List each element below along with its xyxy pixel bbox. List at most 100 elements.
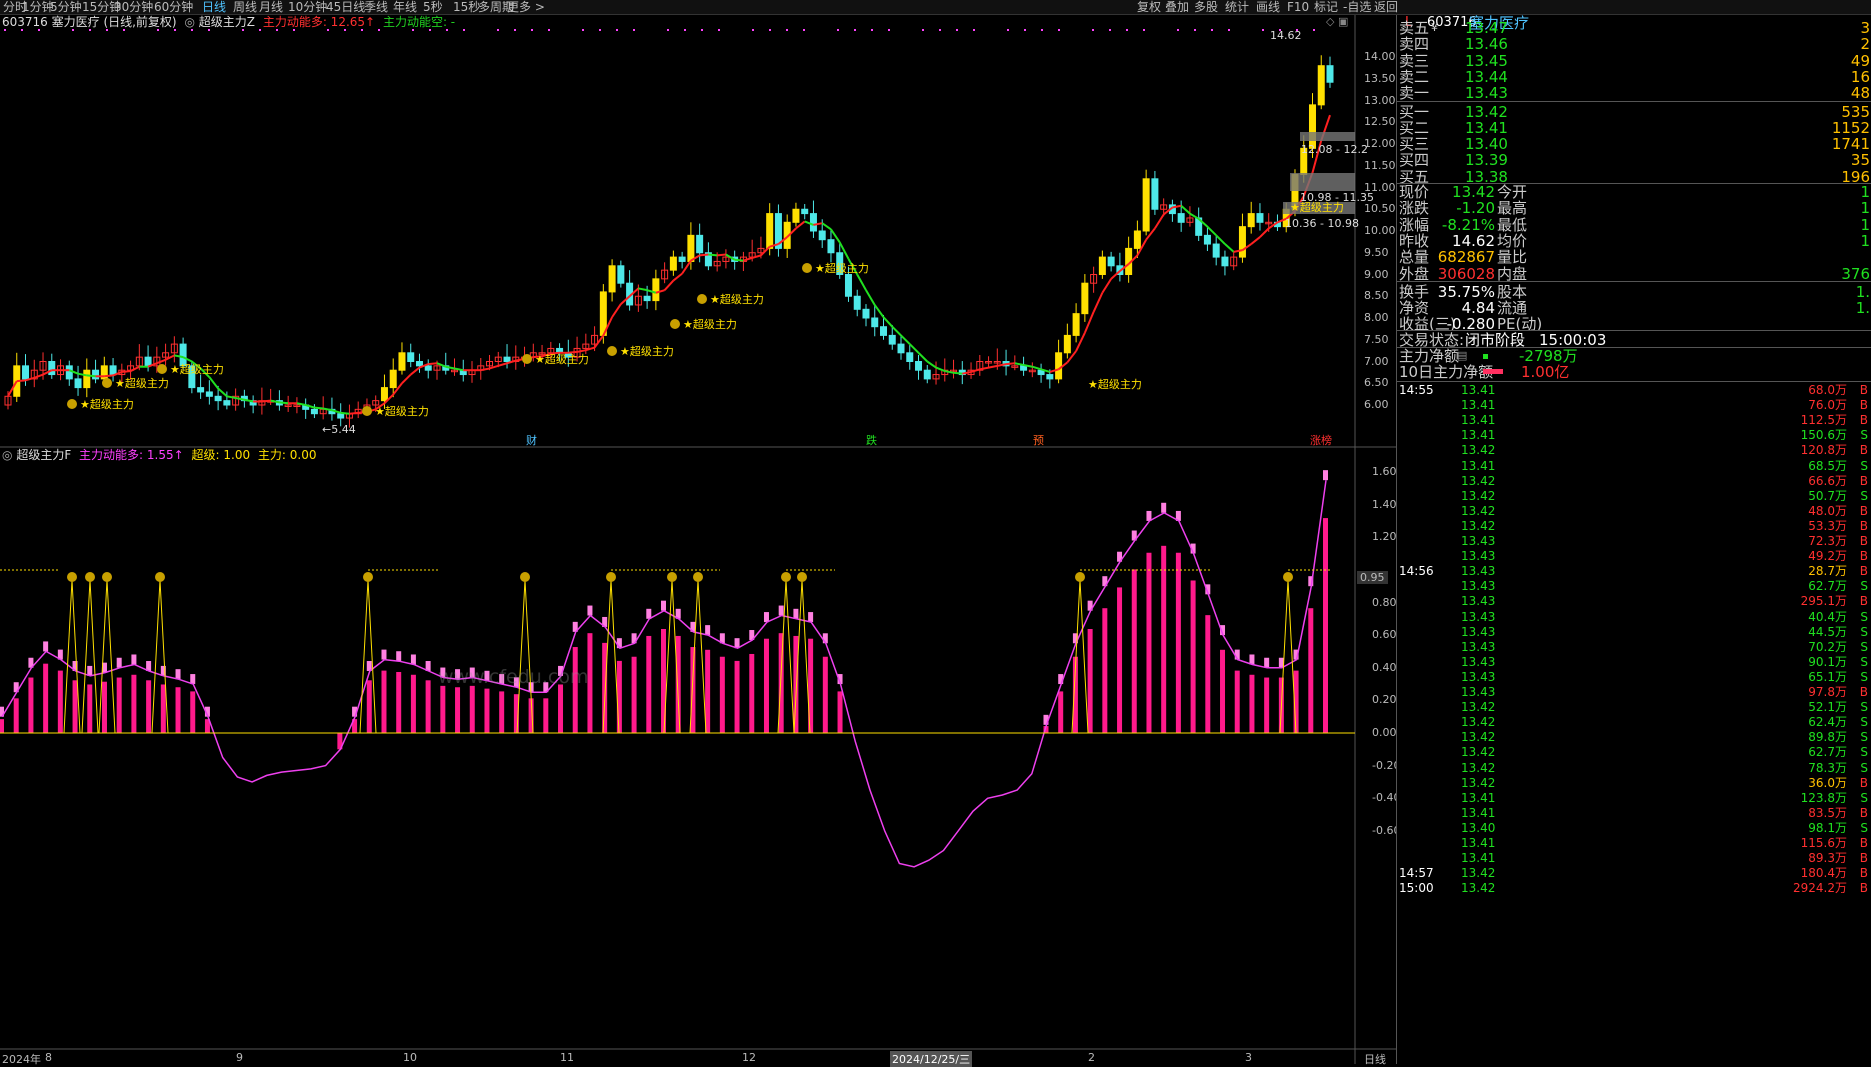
- candle[interactable]: [424, 365, 432, 371]
- candle[interactable]: [1098, 256, 1106, 276]
- candle[interactable]: [766, 213, 774, 249]
- tick-row[interactable]: 13.43 295.1万 B: [1397, 594, 1871, 609]
- candle[interactable]: [801, 208, 809, 215]
- candle[interactable]: [1221, 256, 1229, 267]
- candle[interactable]: [503, 356, 511, 362]
- tick-row[interactable]: 13.42 62.7万 S: [1397, 745, 1871, 760]
- candle[interactable]: [1247, 213, 1255, 228]
- tick-row[interactable]: 13.41 112.5万 B: [1397, 413, 1871, 428]
- event-tag[interactable]: 涨榜: [1310, 433, 1332, 447]
- candle[interactable]: [617, 265, 625, 284]
- candle[interactable]: [827, 239, 835, 254]
- candle[interactable]: [310, 408, 318, 415]
- tick-row[interactable]: 13.42 50.7万 S: [1397, 489, 1871, 504]
- candle[interactable]: [643, 295, 651, 302]
- tick-row[interactable]: 13.42 36.0万 B: [1397, 776, 1871, 791]
- period-tab[interactable]: 30分钟: [114, 0, 153, 14]
- candle[interactable]: [398, 352, 406, 371]
- candle[interactable]: [1133, 230, 1141, 249]
- candle[interactable]: [897, 343, 905, 354]
- toolbar-action-button[interactable]: 统计: [1225, 0, 1249, 14]
- candle[interactable]: [1308, 104, 1316, 149]
- tick-row[interactable]: 14:57 13.42 180.4万 B: [1397, 866, 1871, 881]
- period-tab[interactable]: 年线: [393, 0, 417, 14]
- order-book-row[interactable]: 买四 13.39 35: [1397, 152, 1871, 168]
- tick-row[interactable]: 13.41 89.3万 B: [1397, 851, 1871, 866]
- period-tab[interactable]: 45日线: [326, 0, 365, 14]
- toolbar-action-button[interactable]: 复权: [1137, 0, 1161, 14]
- tick-row[interactable]: 15:00 13.42 2924.2万 B: [1397, 881, 1871, 896]
- candle[interactable]: [74, 378, 82, 389]
- toolbar-action-button[interactable]: F10: [1287, 0, 1309, 14]
- period-tab[interactable]: 1分钟: [22, 0, 54, 14]
- tick-row[interactable]: 13.42 48.0万 B: [1397, 504, 1871, 519]
- candle[interactable]: [415, 361, 423, 367]
- chart-svg[interactable]: ★超级主力★超级主力★超级主力★超级主力★超级主力★超级主力★超级主力★超级主力…: [0, 15, 1396, 1064]
- candle[interactable]: [669, 256, 677, 271]
- order-book-row[interactable]: 买一 13.42 535: [1397, 104, 1871, 120]
- toolbar-action-button[interactable]: 叠加: [1165, 0, 1189, 14]
- candle[interactable]: [1063, 334, 1071, 354]
- tick-row[interactable]: 13.41 83.5万 B: [1397, 806, 1871, 821]
- candle[interactable]: [1046, 374, 1054, 380]
- tick-row[interactable]: 13.42 78.3万 S: [1397, 761, 1871, 776]
- tick-row[interactable]: 13.42 53.3万 B: [1397, 519, 1871, 534]
- period-tab[interactable]: 60分钟: [154, 0, 193, 14]
- tick-row[interactable]: 13.43 40.4万 S: [1397, 610, 1871, 625]
- candle[interactable]: [1151, 178, 1159, 210]
- order-book-row[interactable]: 买三 13.40 1741: [1397, 136, 1871, 152]
- candle[interactable]: [1238, 226, 1246, 258]
- candle[interactable]: [809, 213, 817, 232]
- order-book-row[interactable]: 买二 13.41 1152: [1397, 120, 1871, 136]
- tick-row[interactable]: 13.43 49.2万 B: [1397, 549, 1871, 564]
- candle[interactable]: [22, 365, 30, 380]
- candle[interactable]: [389, 369, 397, 389]
- candle[interactable]: [83, 369, 91, 389]
- candle[interactable]: [197, 387, 205, 393]
- candle[interactable]: [1072, 313, 1080, 336]
- candle[interactable]: [1020, 365, 1028, 371]
- indicator-settings-icon[interactable]: ◎: [184, 15, 194, 29]
- candle[interactable]: [678, 256, 686, 262]
- candle[interactable]: [1081, 282, 1089, 315]
- tick-row[interactable]: 13.43 90.1万 S: [1397, 655, 1871, 670]
- order-book-row[interactable]: 卖二 13.44 16: [1397, 69, 1871, 85]
- order-book-row[interactable]: 卖三 13.45 49: [1397, 53, 1871, 69]
- candle[interactable]: [608, 265, 616, 293]
- tick-row[interactable]: 13.43 97.8万 B: [1397, 685, 1871, 700]
- candle[interactable]: [879, 326, 887, 336]
- toolbar-action-button[interactable]: 多股: [1194, 0, 1218, 14]
- period-tab[interactable]: 5分钟: [50, 0, 82, 14]
- candle[interactable]: [906, 352, 914, 362]
- candle[interactable]: [844, 274, 852, 297]
- candle[interactable]: [214, 395, 222, 402]
- candle[interactable]: [1055, 352, 1063, 380]
- candle[interactable]: [696, 234, 704, 254]
- tick-row[interactable]: 13.42 66.6万 B: [1397, 474, 1871, 489]
- candle[interactable]: [380, 387, 388, 402]
- candle[interactable]: [871, 317, 879, 328]
- candle[interactable]: [92, 369, 100, 380]
- tick-row[interactable]: 14:55 13.41 68.0万 B: [1397, 383, 1871, 398]
- tick-row[interactable]: 13.43 62.7万 S: [1397, 579, 1871, 594]
- tick-row[interactable]: 13.42 52.1万 S: [1397, 700, 1871, 715]
- candle[interactable]: [144, 356, 152, 367]
- toolbar-action-button[interactable]: 返回: [1374, 0, 1398, 14]
- tick-row[interactable]: 13.42 89.8万 S: [1397, 730, 1871, 745]
- tick-row[interactable]: 13.41 123.8万 S: [1397, 791, 1871, 806]
- candle[interactable]: [1177, 213, 1185, 223]
- chart-corner-icons[interactable]: ◇ ▣: [1326, 15, 1348, 28]
- candle[interactable]: [205, 391, 213, 397]
- candle[interactable]: [1142, 178, 1150, 232]
- candle[interactable]: [65, 365, 73, 380]
- candle[interactable]: [1212, 243, 1220, 258]
- period-tab[interactable]: 周线: [233, 0, 257, 14]
- period-tab[interactable]: 月线: [259, 0, 283, 14]
- chart-area[interactable]: ★超级主力 ★超级主力 ★超级主力 ★超级主力 ★超级主力 ★超级主力 ★超级主力 ★超级主力…: [0, 15, 1400, 1067]
- candle[interactable]: [862, 308, 870, 319]
- tick-row[interactable]: 13.42 62.4万 S: [1397, 715, 1871, 730]
- tick-row[interactable]: 13.43 65.1万 S: [1397, 670, 1871, 685]
- order-book-row[interactable]: 卖五 ¥13.47 3: [1397, 20, 1871, 36]
- toolbar-action-button[interactable]: 标记: [1314, 0, 1338, 14]
- period-tab[interactable]: 15秒: [453, 0, 480, 14]
